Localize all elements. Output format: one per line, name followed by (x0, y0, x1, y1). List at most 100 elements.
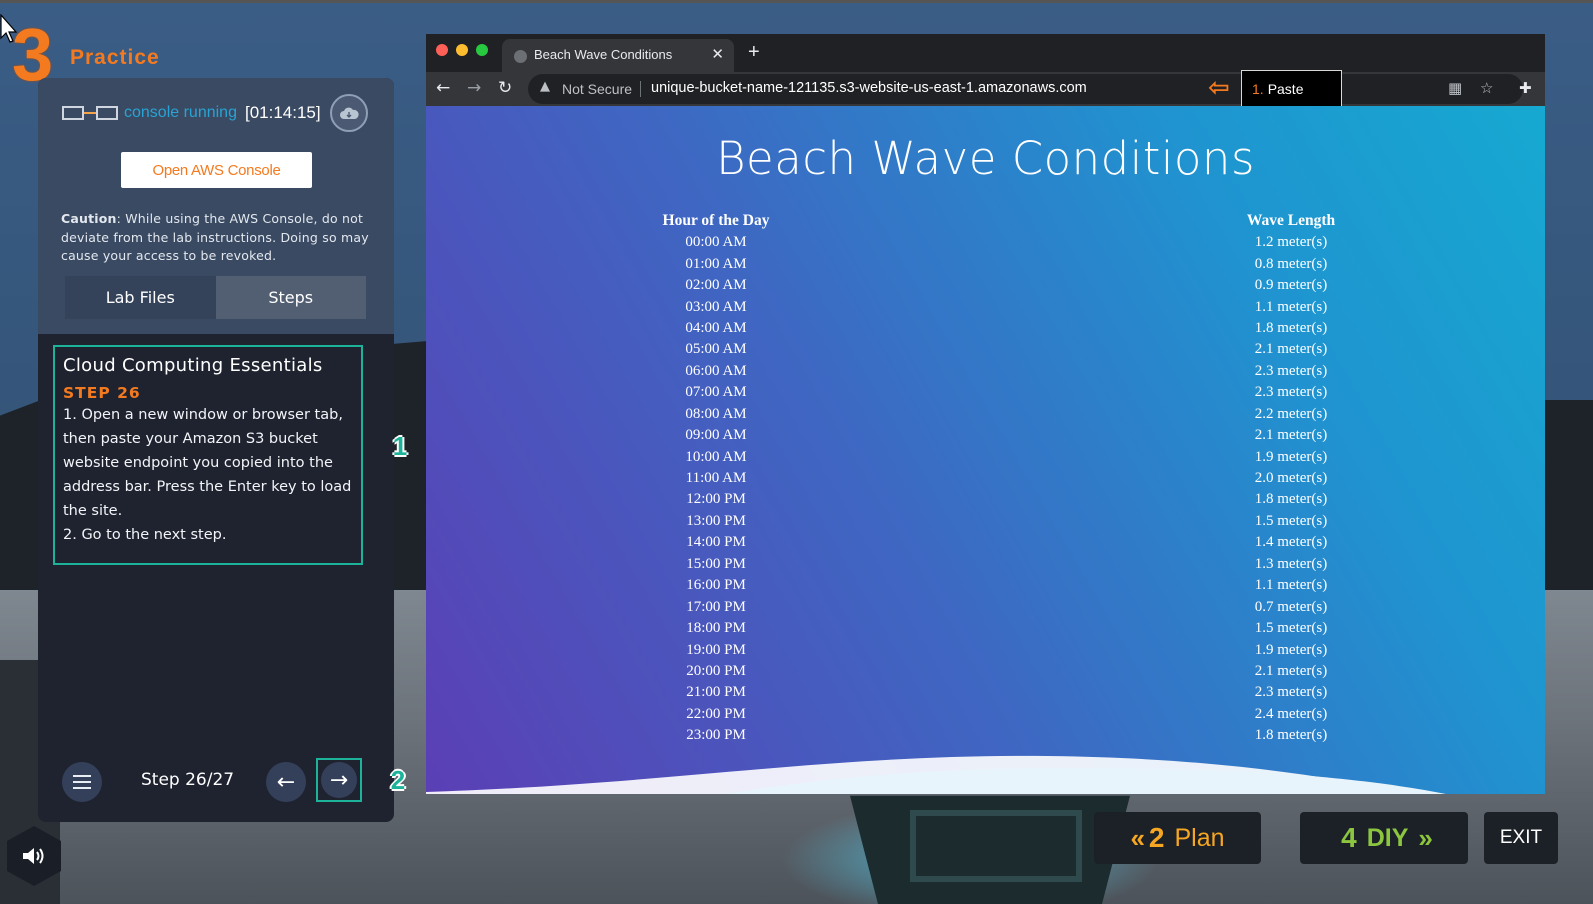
table-row: 00:00 AM 1.2 meter(s) (586, 232, 1406, 253)
hour-cell: 22:00 PM (686, 705, 746, 722)
console-connection-icon (62, 104, 120, 122)
qr-code-icon[interactable]: ▦ (1448, 79, 1462, 97)
table-row: 04:00 AM 1.8 meter(s) (586, 318, 1406, 339)
wave-length-cell: 1.8 meter(s) (1254, 491, 1328, 508)
browser-window: Beach Wave Conditions ✕ + ← → ↻ ▲ Not Se… (426, 34, 1545, 794)
tab-close-icon[interactable]: ✕ (711, 45, 724, 63)
step-counter: Step 26/27 (141, 770, 235, 790)
caution-notice: Caution: While using the AWS Console, do… (61, 210, 373, 266)
forward-icon[interactable]: → (467, 78, 481, 98)
chevron-double-right-icon: » (1418, 822, 1433, 853)
address-separator (640, 81, 641, 97)
address-url[interactable]: unique-bucket-name-121135.s3-website-us-… (651, 80, 1087, 96)
table-row: 21:00 PM 2.3 meter(s) (586, 682, 1406, 703)
step-instructions: Cloud Computing Essentials STEP 26 1. Op… (53, 345, 363, 565)
hour-cell: 11:00 AM (685, 470, 747, 487)
table-row: 20:00 PM 2.1 meter(s) (586, 661, 1406, 682)
nav-diy-button[interactable]: 4 DIY » (1300, 812, 1468, 864)
wave-length-cell: 1.9 meter(s) (1254, 448, 1328, 465)
tab-lab-files[interactable]: Lab Files (65, 276, 216, 319)
cloud-icon[interactable] (330, 94, 368, 132)
step-list-button[interactable] (62, 762, 102, 802)
nav-plan-button[interactable]: « 2 Plan (1094, 812, 1261, 864)
lab-panel: console running [01:14:15] Open AWS Cons… (38, 78, 394, 822)
web-page: Beach Wave Conditions Hour of the Day Wa… (426, 106, 1545, 794)
column-header-hour: Hour of the Day (662, 212, 770, 229)
hour-cell: 18:00 PM (686, 620, 746, 637)
nav-plan-number: 2 (1148, 822, 1165, 853)
wave-length-cell: 1.5 meter(s) (1254, 512, 1328, 529)
wave-length-cell: 2.1 meter(s) (1254, 662, 1328, 679)
list-icon (73, 775, 91, 777)
hour-cell: 08:00 AM (685, 405, 747, 422)
window-minimize-button[interactable] (456, 44, 468, 56)
table-row: 08:00 AM 2.2 meter(s) (586, 404, 1406, 425)
previous-step-button[interactable]: ← (266, 762, 306, 802)
hour-cell: 19:00 PM (686, 641, 746, 658)
step-instruction-2: 2. Go to the next step. (63, 527, 227, 543)
step-instruction-1: 1. Open a new window or browser tab, the… (63, 407, 352, 519)
panel-tabs: Lab Files Steps (65, 276, 366, 319)
wave-length-cell: 2.1 meter(s) (1254, 427, 1328, 444)
hour-cell: 10:00 AM (685, 448, 747, 465)
console-status: console running [01:14:15] (62, 102, 321, 124)
table-row: 19:00 PM 1.9 meter(s) (586, 639, 1406, 660)
tab-steps[interactable]: Steps (215, 276, 366, 319)
wave-length-cell: 0.7 meter(s) (1254, 598, 1328, 615)
wave-length-cell: 1.1 meter(s) (1254, 577, 1328, 594)
next-step-button[interactable]: → (316, 758, 362, 802)
table-row: 07:00 AM 2.3 meter(s) (586, 382, 1406, 403)
hour-cell: 14:00 PM (686, 534, 746, 551)
browser-toolbar: ← → ↻ ▲ Not Secure unique-bucket-name-12… (426, 70, 1545, 108)
caution-label: Caution (61, 211, 117, 226)
bookmark-star-icon[interactable]: ☆ (1480, 79, 1493, 97)
hour-cell: 16:00 PM (686, 577, 746, 594)
table-row: 12:00 PM 1.8 meter(s) (586, 489, 1406, 510)
browser-tab[interactable]: Beach Wave Conditions ✕ (502, 39, 734, 72)
window-maximize-button[interactable] (476, 44, 488, 56)
paste-label: Paste (1267, 81, 1304, 97)
course-title: Cloud Computing Essentials (63, 355, 323, 376)
phase-title: Practice (70, 46, 160, 69)
table-row: 03:00 AM 1.1 meter(s) (586, 296, 1406, 317)
column-header-wave-length: Wave Length (1246, 212, 1336, 229)
arrow-right-icon: → (329, 767, 349, 793)
step-label: STEP 26 (63, 384, 141, 402)
wave-length-cell: 1.5 meter(s) (1254, 620, 1328, 637)
browser-tab-title: Beach Wave Conditions (534, 47, 673, 62)
hour-cell: 12:00 PM (686, 491, 746, 508)
wave-length-cell: 1.9 meter(s) (1254, 641, 1328, 658)
table-row: 05:00 AM 2.1 meter(s) (586, 339, 1406, 360)
callout-badge-1: 1 (392, 431, 408, 461)
hour-cell: 06:00 AM (685, 362, 747, 379)
open-aws-console-button[interactable]: Open AWS Console (121, 152, 312, 188)
hour-cell: 03:00 AM (685, 298, 747, 315)
wave-length-cell: 1.8 meter(s) (1254, 319, 1328, 336)
exit-button[interactable]: EXIT (1484, 812, 1558, 864)
hour-cell: 05:00 AM (685, 341, 747, 358)
wave-length-cell: 2.2 meter(s) (1254, 405, 1328, 422)
hour-cell: 00:00 AM (685, 234, 747, 251)
warning-icon: ▲ (540, 79, 550, 94)
top-strip (0, 0, 1593, 3)
hour-cell: 04:00 AM (685, 319, 747, 336)
table-row: 17:00 PM 0.7 meter(s) (586, 596, 1406, 617)
back-icon[interactable]: ← (436, 78, 450, 98)
table-row: 14:00 PM 1.4 meter(s) (586, 532, 1406, 553)
wave-length-cell: 2.4 meter(s) (1254, 705, 1328, 722)
wave-length-cell: 1.4 meter(s) (1254, 534, 1328, 551)
hour-cell: 21:00 PM (686, 684, 746, 701)
extensions-icon[interactable]: ✚ (1519, 79, 1532, 97)
arrow-left-icon: ← (276, 769, 296, 795)
background-platform (850, 795, 1130, 904)
wave-table: Hour of the Day Wave Length 00:00 AM 1.2 … (586, 210, 1406, 747)
table-row: 13:00 PM 1.5 meter(s) (586, 511, 1406, 532)
speaker-icon (23, 848, 44, 864)
table-row: 09:00 AM 2.1 meter(s) (586, 425, 1406, 446)
address-bar[interactable]: ▲ Not Secure unique-bucket-name-121135.s… (528, 70, 1523, 108)
reload-icon[interactable]: ↻ (498, 78, 512, 98)
paste-step-number: 1. (1252, 81, 1264, 97)
new-tab-button[interactable]: + (748, 41, 760, 64)
table-row: 22:00 PM 2.4 meter(s) (586, 704, 1406, 725)
window-close-button[interactable] (436, 44, 448, 56)
